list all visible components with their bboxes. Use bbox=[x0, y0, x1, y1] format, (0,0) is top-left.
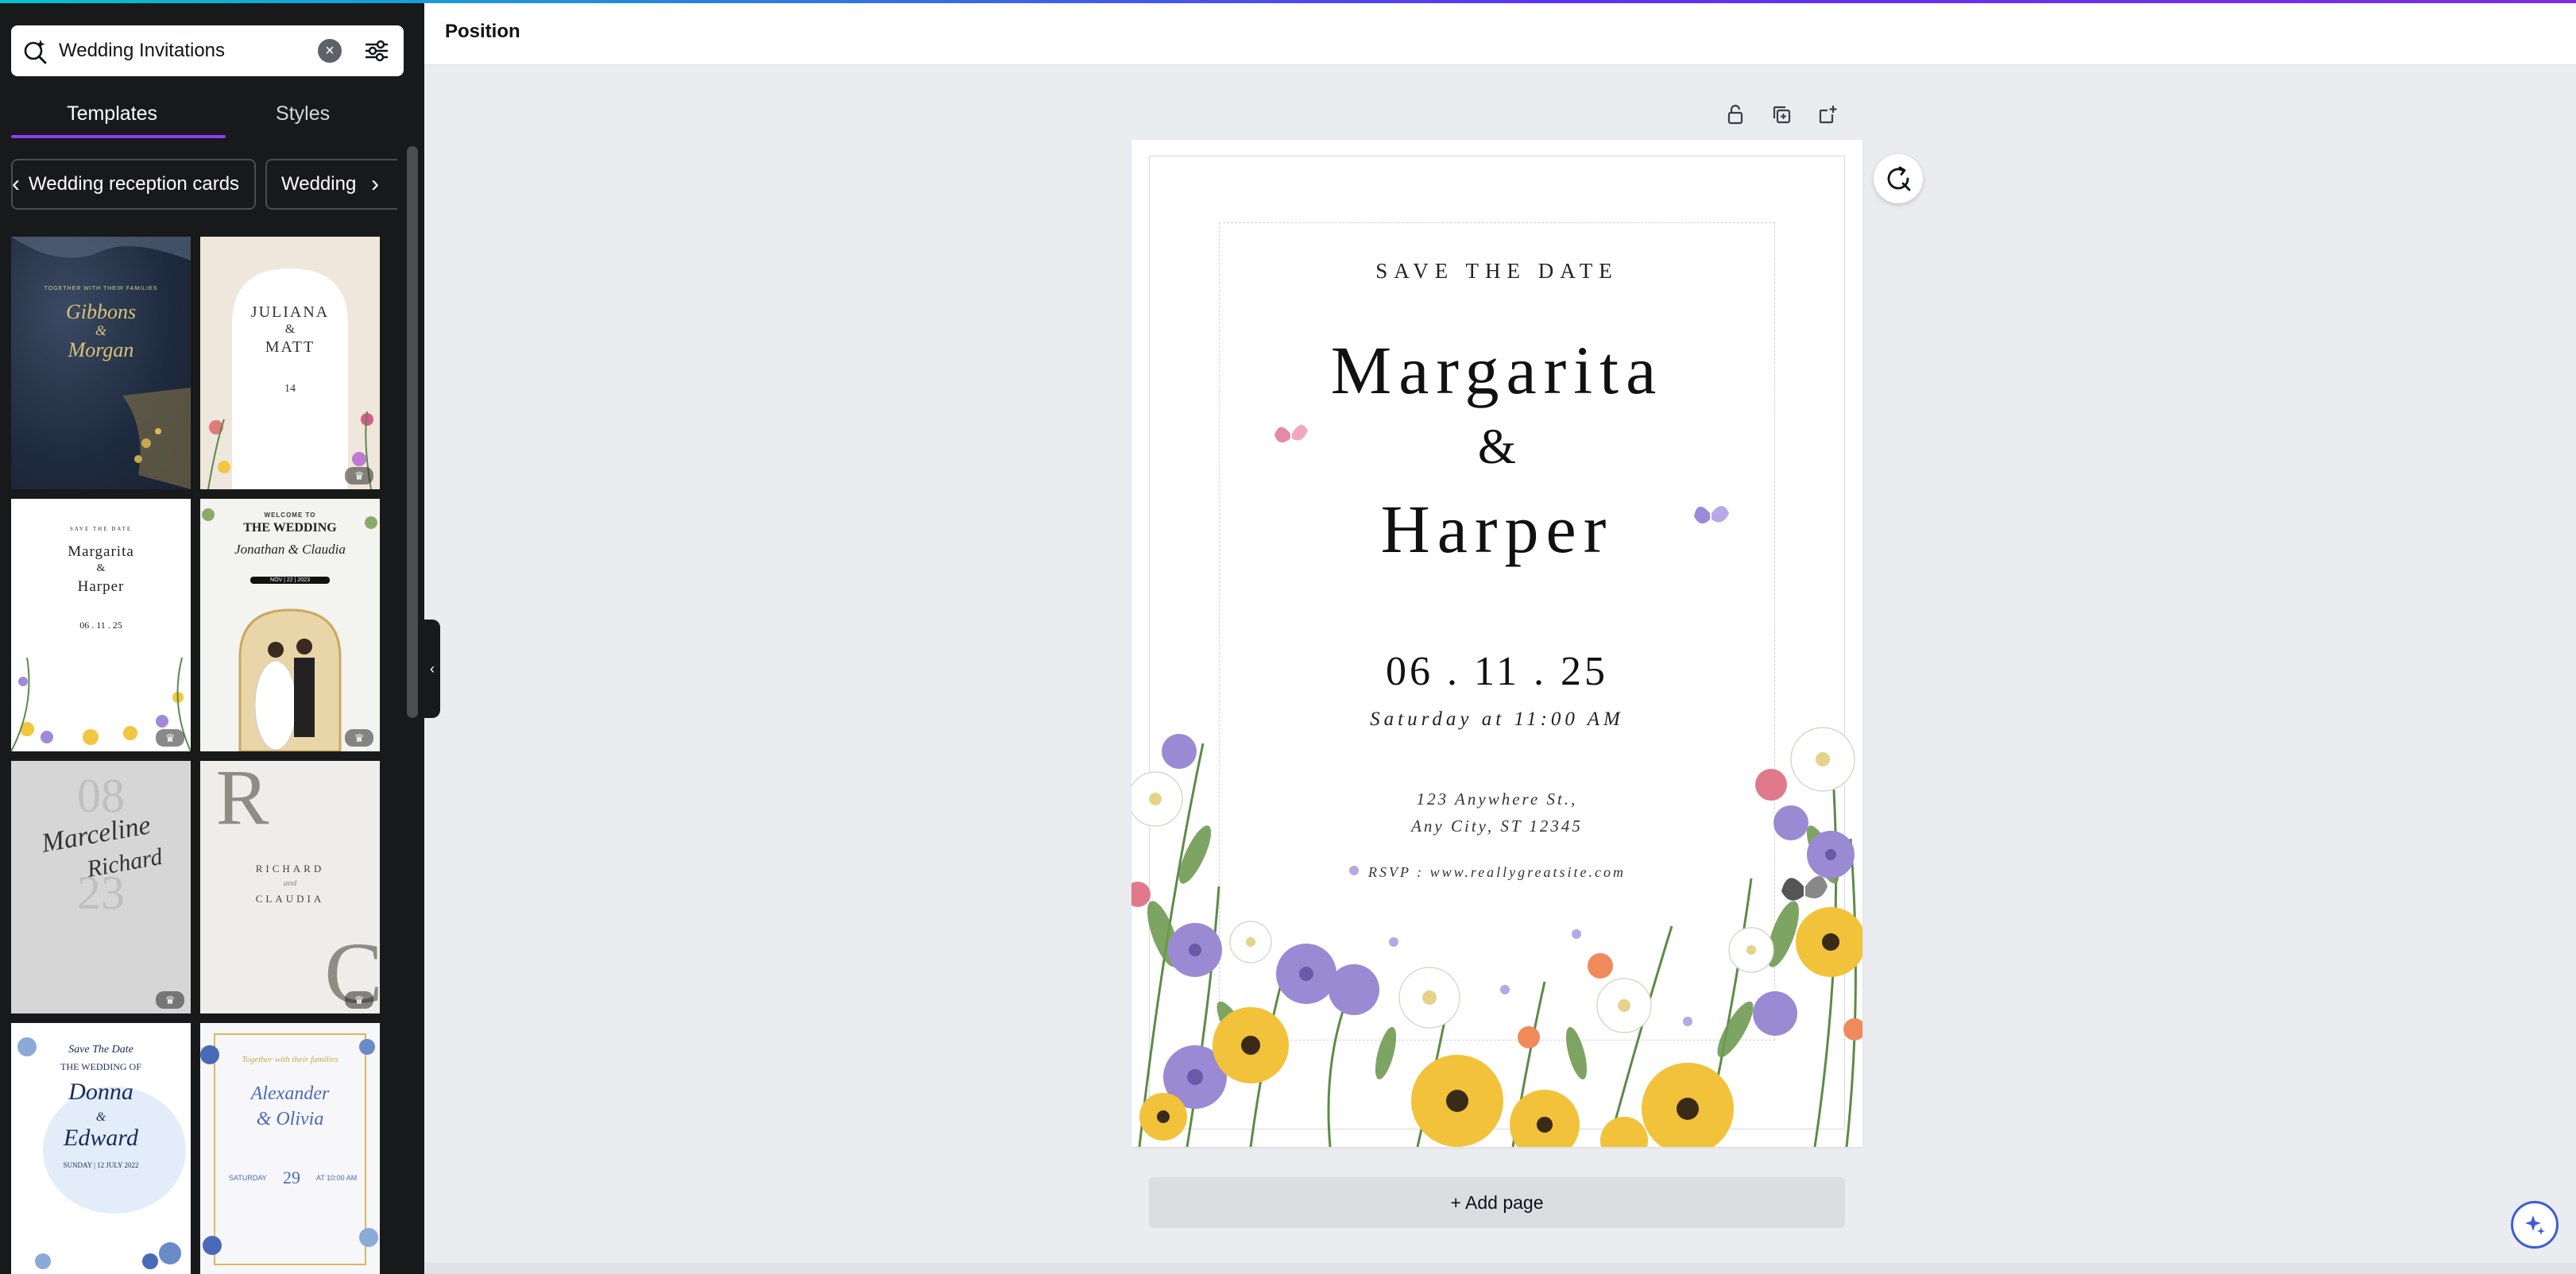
chip-wedding-reception-cards[interactable]: Wedding reception cards bbox=[11, 159, 256, 210]
template-text: & bbox=[284, 322, 296, 336]
template-text: Harper bbox=[77, 578, 125, 595]
template-text: 06 . 11 . 25 bbox=[79, 620, 122, 631]
crown-icon: ♛ bbox=[345, 991, 373, 1009]
template-text: THE WEDDING bbox=[243, 521, 337, 535]
crown-icon: ♛ bbox=[345, 467, 373, 485]
address-line-2[interactable]: Any City, ST 12345 bbox=[1131, 817, 1862, 836]
template-thumbnail[interactable]: Save The Date THE WEDDING OF Donna & Edw… bbox=[11, 1023, 191, 1274]
template-thumbnail[interactable]: Together with their families Alexander &… bbox=[200, 1023, 380, 1274]
tab-styles[interactable]: Styles bbox=[213, 89, 393, 138]
address-line-1[interactable]: 123 Anywhere St., bbox=[1131, 789, 1862, 809]
template-text: and bbox=[283, 878, 297, 888]
lock-icon[interactable] bbox=[1719, 98, 1751, 130]
template-thumbnail[interactable]: R RICHARD and CLAUDIA C ♛ bbox=[200, 761, 380, 1013]
template-text: & bbox=[96, 562, 106, 574]
magic-icon[interactable] bbox=[2511, 1201, 2559, 1249]
canvas-scrollbar[interactable] bbox=[424, 1263, 2576, 1274]
template-text: WELCOME TO bbox=[264, 512, 316, 519]
position-button[interactable]: Position bbox=[445, 21, 520, 43]
template-text: 14 bbox=[284, 383, 296, 395]
filter-icon[interactable] bbox=[359, 33, 394, 68]
collapse-panel-button[interactable]: ‹ bbox=[424, 620, 440, 718]
ampersand[interactable]: & bbox=[1131, 419, 1862, 476]
template-thumbnail[interactable]: 08 23 Marceline Richard ♛ bbox=[11, 761, 191, 1013]
clear-icon[interactable]: × bbox=[318, 39, 342, 63]
search-bar[interactable]: Wedding Invitations × bbox=[11, 25, 404, 76]
groom-name[interactable]: Harper bbox=[1131, 489, 1862, 569]
tab-templates[interactable]: Templates bbox=[11, 89, 226, 138]
category-chips: Wedding reception cards Wedding r ‹ › bbox=[0, 159, 397, 211]
refresh-icon[interactable] bbox=[1874, 154, 1923, 203]
template-text: 29 bbox=[283, 1168, 300, 1187]
template-text: Together with their families bbox=[242, 1055, 338, 1064]
template-text: & bbox=[95, 322, 106, 338]
template-text: Donna bbox=[68, 1079, 133, 1105]
template-text: Alexander bbox=[250, 1083, 330, 1104]
chevron-left-icon: ‹ bbox=[430, 660, 435, 677]
template-text: MATT bbox=[265, 338, 315, 356]
template-text: Margarita bbox=[68, 543, 134, 560]
template-text: Jonathan & Claudia bbox=[234, 542, 346, 557]
bride-name[interactable]: Margarita bbox=[1131, 330, 1862, 410]
template-text: THE WEDDING OF bbox=[60, 1061, 141, 1072]
template-text: & Olivia bbox=[256, 1109, 324, 1129]
save-the-date-text[interactable]: SAVE THE DATE bbox=[1131, 259, 1862, 284]
template-text: JULIANA bbox=[250, 303, 330, 321]
template-thumbnail[interactable]: JULIANA & MATT 14 ♛ bbox=[200, 237, 380, 489]
template-text: Edward bbox=[64, 1125, 138, 1151]
template-text: Save The Date bbox=[68, 1044, 133, 1056]
template-text: Gibbons bbox=[65, 300, 137, 323]
crown-icon: ♛ bbox=[345, 729, 373, 747]
wedding-time[interactable]: Saturday at 11:00 AM bbox=[1131, 708, 1862, 731]
magic-search-icon[interactable] bbox=[11, 25, 59, 76]
context-toolbar: Position bbox=[424, 3, 2576, 65]
side-panel-scrollbar[interactable] bbox=[407, 146, 418, 718]
wedding-date[interactable]: 06 . 11 . 25 bbox=[1131, 648, 1862, 695]
rsvp-line[interactable]: RSVP : www.reallygreatsite.com bbox=[1131, 864, 1862, 881]
add-page-icon[interactable] bbox=[1812, 98, 1843, 130]
add-page-button[interactable]: + Add page bbox=[1149, 1177, 1845, 1228]
duplicate-icon[interactable] bbox=[1766, 98, 1797, 130]
template-text: Morgan bbox=[68, 338, 134, 361]
template-text: NOV | 22 | 2023 bbox=[250, 577, 330, 584]
template-text: RICHARD bbox=[255, 863, 325, 874]
side-panel: Wedding Invitations × Templates Styles W… bbox=[0, 3, 424, 1274]
template-text: CLAUDIA bbox=[255, 893, 325, 905]
template-text: TOGETHER WITH THEIR FAMILIES bbox=[44, 286, 158, 291]
chevron-left-icon[interactable]: ‹ bbox=[2, 168, 30, 200]
crown-icon: ♛ bbox=[156, 991, 184, 1009]
template-thumbnail[interactable]: WELCOME TO THE WEDDING Jonathan & Claudi… bbox=[200, 499, 380, 751]
app: Wedding Invitations × Templates Styles W… bbox=[0, 0, 2576, 1274]
template-text: SUNDAY | 12 JULY 2022 bbox=[63, 1161, 139, 1169]
template-text: AT 10:00 AM bbox=[316, 1174, 358, 1182]
wildflower-illustration bbox=[1131, 424, 1862, 1147]
template-thumbnail[interactable]: SAVE THE DATE Margarita & Harper 06 . 11… bbox=[11, 499, 191, 751]
search-input[interactable]: Wedding Invitations bbox=[59, 40, 318, 62]
panel-tabs: Templates Styles bbox=[11, 89, 393, 138]
chevron-right-icon[interactable]: › bbox=[361, 168, 389, 200]
template-text: SATURDAY bbox=[229, 1174, 267, 1182]
template-text: & bbox=[95, 1110, 106, 1124]
crown-icon: ♛ bbox=[156, 729, 184, 747]
design-page[interactable]: SAVE THE DATE Margarita & Harper 06 . 11… bbox=[1131, 140, 1862, 1147]
template-thumbnail[interactable]: TOGETHER WITH THEIR FAMILIES Gibbons & M… bbox=[11, 237, 191, 489]
template-text: R bbox=[215, 761, 269, 841]
template-text: SAVE THE DATE bbox=[69, 526, 133, 532]
